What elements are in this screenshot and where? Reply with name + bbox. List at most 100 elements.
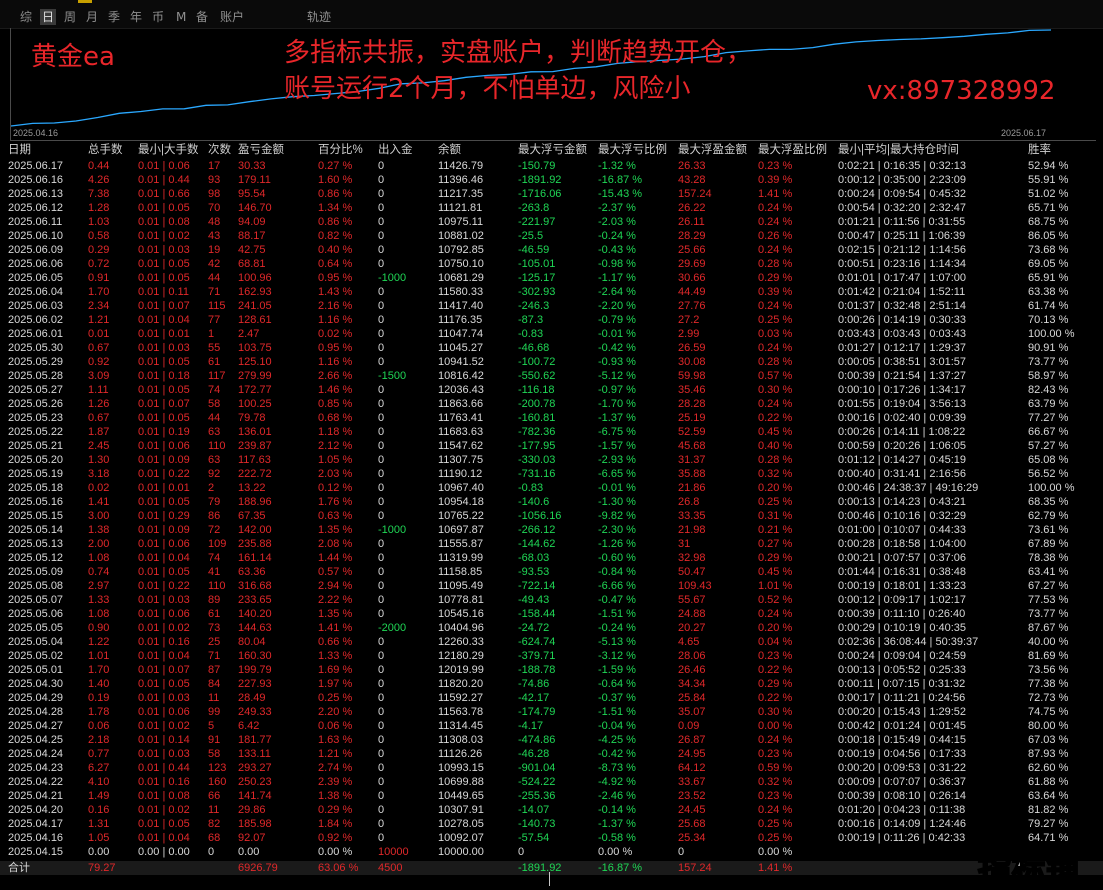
table-row[interactable]: 2025.06.01 0.01 0.01 | 0.01 1 2.47 0.02 % 0 110… [0,327,1103,341]
column-header-hold[interactable]: 最小|平均|最大持仓时间 [838,143,959,157]
column-header-profit[interactable]: 盈亏金额 [238,143,284,157]
period-tab-8[interactable]: 备 [196,9,208,25]
table-row[interactable]: 2025.04.20 0.16 0.01 | 0.02 11 29.86 0.29 % 0 1… [0,803,1103,817]
table-row[interactable]: 2025.05.15 3.00 0.01 | 0.29 86 67.35 0.63 % 0 1… [0,509,1103,523]
table-row[interactable]: 2025.06.04 1.70 0.01 | 0.11 71 162.93 1.43 % 0… [0,285,1103,299]
cell-pct: 2.66 % [318,370,353,382]
cell-mfpr: 0.24 % [758,342,793,354]
cell-lots: 7.38 [88,188,110,200]
cell-mfpr: 0.39 % [758,174,793,186]
column-header-mflr[interactable]: 最大浮亏比例 [598,143,667,157]
cell-balance: 10954.18 [438,496,484,508]
table-row[interactable]: 2025.04.21 1.49 0.01 | 0.08 66 141.74 1.38 % 0… [0,789,1103,803]
period-tab-7[interactable]: M [176,9,186,25]
table-row[interactable]: 2025.04.17 1.31 0.01 | 0.05 82 185.98 1.84 % 0… [0,817,1103,831]
period-tab-2[interactable]: 周 [64,9,76,25]
table-row[interactable]: 2025.05.26 1.26 0.01 | 0.07 58 100.25 0.85 % 0… [0,397,1103,411]
table-row[interactable]: 2025.05.29 0.92 0.01 | 0.05 61 125.10 1.16 % 0… [0,355,1103,369]
period-tab-1[interactable]: 日 [40,9,57,25]
table-row[interactable]: 2025.06.11 1.03 0.01 | 0.08 48 94.09 0.86 % 0 1… [0,215,1103,229]
table-row[interactable]: 2025.05.30 0.67 0.01 | 0.03 55 103.75 0.95 % 0… [0,341,1103,355]
cell-lots: 1.70 [88,286,110,298]
column-header-lots[interactable]: 总手数 [88,143,123,157]
cell-mflr: -6.66 % [598,580,636,592]
table-row[interactable]: 2025.06.03 2.34 0.01 | 0.07 115 241.05 2.16 %… [0,299,1103,313]
cell-hold: 0:00:19 | 0:11:26 | 0:42:33 [838,832,966,844]
column-header-pct[interactable]: 百分比% [318,143,363,157]
cell-date: 2025.04.15 [8,846,64,858]
column-header-mfp[interactable]: 最大浮盈金额 [678,143,747,157]
table-row[interactable]: 2025.05.09 0.74 0.01 | 0.05 41 63.36 0.57 % 0 1… [0,565,1103,579]
table-row[interactable]: 2025.05.12 1.08 0.01 | 0.04 74 161.14 1.44 % 0… [0,551,1103,565]
table-row[interactable]: 2025.06.12 1.28 0.01 | 0.05 70 146.70 1.34 % 0… [0,201,1103,215]
cell-win: 87.67 % [1028,622,1069,634]
table-row[interactable]: 2025.06.02 1.21 0.01 | 0.04 77 128.61 1.16 % 0… [0,313,1103,327]
cell-date: 2025.05.18 [8,482,64,494]
table-row[interactable]: 2025.04.16 1.05 0.01 | 0.04 68 92.07 0.92 % 0 1… [0,831,1103,845]
table-row[interactable]: 2025.04.15 0.00 0.00 | 0.00 0 0.00 0.00 % 1000… [0,845,1103,859]
cell-mflr: -2.37 % [598,202,636,214]
table-row[interactable]: 2025.04.25 2.18 0.01 | 0.14 91 181.77 1.63 % 0… [0,733,1103,747]
table-row[interactable]: 2025.06.09 0.29 0.01 | 0.03 19 42.75 0.40 % 0 1… [0,243,1103,257]
table-row[interactable]: 2025.04.28 1.78 0.01 | 0.06 99 249.33 2.20 % 0… [0,705,1103,719]
table-row[interactable]: 2025.06.17 0.44 0.01 | 0.06 17 30.33 0.27 % 0 1… [0,159,1103,173]
cell-mfl: -302.93 [518,286,556,298]
table-row[interactable]: 2025.04.29 0.19 0.01 | 0.03 11 28.49 0.25 % 0 1… [0,691,1103,705]
cell-lots: 2.45 [88,440,110,452]
table-row[interactable]: 2025.05.22 1.87 0.01 | 0.19 63 136.01 1.18 % 0… [0,425,1103,439]
column-header-mfpr[interactable]: 最大浮盈比例 [758,143,827,157]
cell-win: 67.03 % [1028,734,1069,746]
table-row[interactable]: 2025.06.13 7.38 0.01 | 0.66 98 95.54 0.86 % 0 1… [0,187,1103,201]
table-row[interactable]: 2025.05.13 2.00 0.01 | 0.06 109 235.88 2.08 %… [0,537,1103,551]
table-row[interactable]: 2025.04.22 4.10 0.01 | 0.16 160 250.23 2.39 %… [0,775,1103,789]
table-row[interactable]: 2025.05.20 1.30 0.01 | 0.09 63 117.63 1.05 % 0… [0,453,1103,467]
table-row[interactable]: 2025.05.18 0.02 0.01 | 0.01 2 13.22 0.12 % 0 10… [0,481,1103,495]
column-header-deposit[interactable]: 出入金 [378,143,413,157]
table-row[interactable]: 2025.05.06 1.08 0.01 | 0.06 61 140.20 1.35 % 0… [0,607,1103,621]
table-row[interactable]: 2025.04.27 0.06 0.01 | 0.02 5 6.42 0.06 % 0 113… [0,719,1103,733]
table-row[interactable]: 2025.05.08 2.97 0.01 | 0.22 110 316.68 2.94 %… [0,579,1103,593]
period-tab-0[interactable]: 综 [20,9,32,25]
table-row[interactable]: 2025.04.23 6.27 0.01 | 0.44 123 293.27 2.74 %… [0,761,1103,775]
column-header-count[interactable]: 次数 [208,143,231,157]
table-row[interactable]: 2025.05.16 1.41 0.01 | 0.05 79 188.96 1.76 % 0… [0,495,1103,509]
table-row[interactable]: 2025.05.04 1.22 0.01 | 0.16 25 80.04 0.66 % 0 1… [0,635,1103,649]
table-row[interactable]: 2025.05.05 0.90 0.01 | 0.02 73 144.63 1.41 % -… [0,621,1103,635]
period-tab-5[interactable]: 年 [130,9,142,25]
period-tab-10[interactable]: 轨迹 [307,9,331,25]
table-row[interactable]: 2025.05.07 1.33 0.01 | 0.03 89 233.65 2.22 % 0… [0,593,1103,607]
table-row[interactable]: 2025.05.02 1.01 0.01 | 0.04 71 160.30 1.33 % 0… [0,649,1103,663]
cell-hold: 0:00:24 | 0:09:54 | 0:45:32 [838,188,967,200]
cell-mfp: 26.46 [678,664,706,676]
table-row[interactable]: 2025.06.16 4.26 0.01 | 0.44 93 179.11 1.60 % 0… [0,173,1103,187]
table-row[interactable]: 2025.04.30 1.40 0.01 | 0.05 84 227.93 1.97 % 0… [0,677,1103,691]
cell-minmax: 0.01 | 0.09 [138,454,190,466]
period-tab-4[interactable]: 季 [108,9,120,25]
period-tab-3[interactable]: 月 [86,9,98,25]
table-row[interactable]: 2025.05.27 1.11 0.01 | 0.05 74 172.77 1.46 % 0… [0,383,1103,397]
cell-deposit: 0 [378,818,385,830]
column-header-date[interactable]: 日期 [8,143,31,157]
column-header-balance[interactable]: 余额 [438,143,461,157]
column-header-mfl[interactable]: 最大浮亏金额 [518,143,587,157]
table-row[interactable]: 2025.05.19 3.18 0.01 | 0.22 92 222.72 2.03 % 0… [0,467,1103,481]
column-header-minmax[interactable]: 最小|大手数 [138,143,199,157]
cell-lots: 4.10 [88,776,110,788]
period-tab-9[interactable]: 账户 [220,9,244,25]
cell-lots: 3.00 [88,510,110,522]
table-row[interactable]: 2025.04.24 0.77 0.01 | 0.03 58 133.11 1.21 % 0… [0,747,1103,761]
cell-mflr: -1.70 % [598,398,636,410]
table-row[interactable]: 2025.06.05 0.91 0.01 | 0.05 44 100.96 0.95 % -… [0,271,1103,285]
table-row[interactable]: 2025.05.23 0.67 0.01 | 0.05 44 79.78 0.68 % 0 1… [0,411,1103,425]
table-row[interactable]: 2025.06.10 0.58 0.01 | 0.02 43 88.17 0.82 % 0 1… [0,229,1103,243]
cell-win: 61.88 % [1028,776,1069,788]
table-row[interactable]: 2025.05.14 1.38 0.01 | 0.09 72 142.00 1.35 % -… [0,523,1103,537]
table-row[interactable]: 2025.05.21 2.45 0.01 | 0.06 110 239.87 2.12 %… [0,439,1103,453]
table-row[interactable]: 2025.05.28 3.09 0.01 | 0.18 117 279.99 2.66 %… [0,369,1103,383]
table-row[interactable]: 2025.06.06 0.72 0.01 | 0.05 42 68.81 0.64 % 0 1… [0,257,1103,271]
cell-mfl: -221.97 [518,216,556,228]
column-header-win[interactable]: 胜率 [1028,143,1051,157]
table-row[interactable]: 2025.05.01 1.70 0.01 | 0.07 87 199.79 1.69 % 0… [0,663,1103,677]
period-tab-6[interactable]: 币 [152,9,164,25]
cell-mfp: 33.67 [678,776,706,788]
